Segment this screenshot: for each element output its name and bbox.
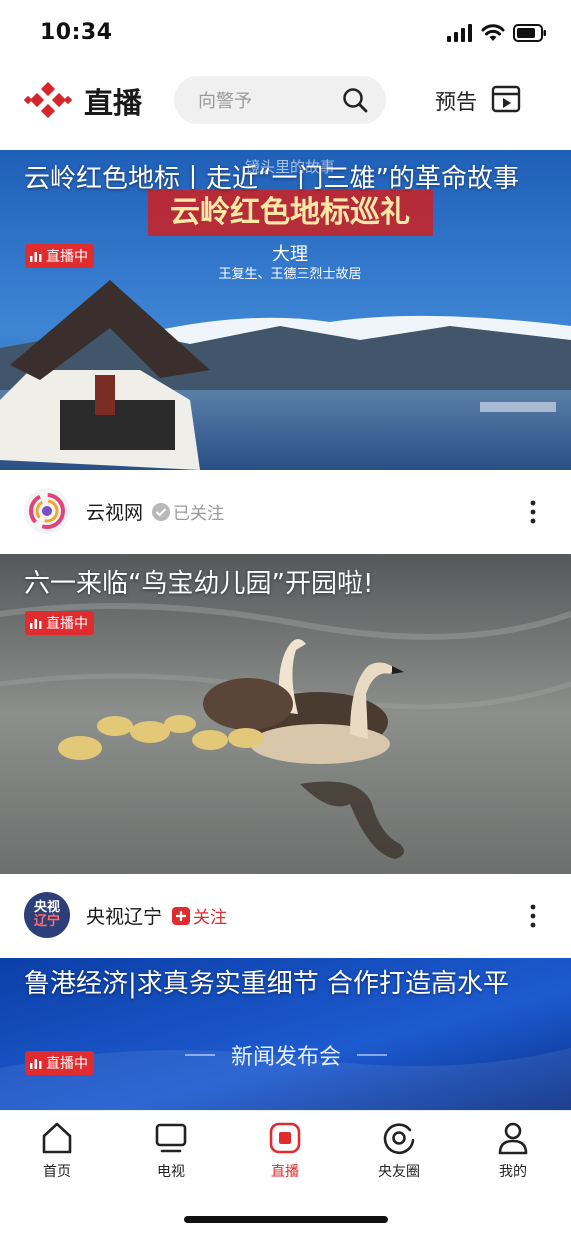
author-name[interactable]: 云视网 (86, 498, 143, 525)
search-placeholder: 向警予 (198, 91, 252, 112)
circle-icon (383, 1123, 415, 1155)
avatar-text-line-1: 央视 (33, 900, 60, 915)
follow-label: 已关注 (173, 504, 224, 524)
live-card-thumbnail[interactable]: 新闻发布会 鲁港经济|求真务实重细节 合作打造高水平 直播中 (0, 958, 571, 1110)
tab-label: 直播 (271, 1164, 299, 1180)
page-title: 直播 (84, 86, 143, 120)
follow-label: 关注 (193, 908, 227, 928)
tv-icon (155, 1123, 187, 1153)
cctv-liaoning-avatar[interactable]: 央视 辽宁 (24, 892, 70, 938)
follow-button[interactable]: 关注 (172, 903, 227, 928)
live-badge: 直播中 (25, 244, 94, 268)
live-badge-label: 直播中 (46, 1056, 88, 1072)
image-caption: 新闻发布会 (231, 1045, 341, 1070)
live-bars-icon (30, 251, 42, 262)
card-title[interactable]: 鲁港经济|求真务实重细节 合作打造高水平 (24, 965, 545, 1003)
card-title[interactable]: 云岭红色地标丨走近“一门三雄”的革命故事 (24, 160, 545, 198)
app-header: 直播 向警予 预告 (0, 68, 571, 150)
live-icon (269, 1122, 301, 1154)
tab-live[interactable]: 直播 (245, 1121, 325, 1181)
wifi-icon (481, 24, 505, 41)
schedule-play-icon[interactable] (491, 84, 521, 114)
tab-home[interactable]: 首页 (17, 1121, 97, 1181)
tab-label: 央友圈 (378, 1164, 420, 1180)
yunshi-avatar-icon[interactable] (24, 488, 70, 534)
plus-icon (172, 906, 190, 925)
status-bar: 10:34 (0, 0, 571, 68)
home-indicator[interactable] (184, 1216, 388, 1223)
live-badge-label: 直播中 (46, 616, 88, 632)
signal-icon (447, 24, 472, 42)
status-icons (447, 24, 547, 42)
card-title[interactable]: 六一来临“鸟宝幼儿园”开园啦! (24, 565, 545, 603)
battery-icon (513, 24, 546, 42)
home-icon (42, 1122, 72, 1154)
live-badge: 直播中 (25, 611, 94, 635)
image-banner-text: 云岭红色地标巡礼 (170, 195, 410, 230)
live-badge-label: 直播中 (46, 249, 88, 265)
author-name[interactable]: 央视辽宁 (86, 902, 162, 929)
live-bars-icon (30, 1058, 42, 1069)
author-row: 云视网 已关注 (0, 470, 571, 554)
image-location-text: 大理 (272, 244, 308, 265)
more-options-icon[interactable] (529, 498, 537, 526)
author-row: 央视 辽宁 央视辽宁 关注 (0, 874, 571, 958)
tab-label: 我的 (499, 1164, 527, 1180)
search-input[interactable]: 向警予 (174, 76, 386, 124)
followed-state[interactable]: 已关注 (152, 499, 224, 524)
checkmark-icon (152, 502, 170, 521)
card-image-landscape: 镜头里的故事 云岭红色地标巡礼 大理 王复生、王德三烈士故居 (0, 150, 571, 470)
preview-button[interactable]: 预告 (435, 86, 477, 116)
live-card-thumbnail[interactable]: 六一来临“鸟宝幼儿园”开园啦! 直播中 (0, 554, 571, 874)
tab-label: 电视 (157, 1164, 185, 1180)
live-bars-icon (30, 618, 42, 629)
status-time: 10:34 (40, 20, 113, 45)
cctv-logo-icon (24, 82, 72, 118)
profile-icon (498, 1122, 528, 1155)
tab-tv[interactable]: 电视 (131, 1121, 211, 1181)
tab-circle[interactable]: 央友圈 (359, 1121, 439, 1181)
avatar-text-line-2: 辽宁 (33, 914, 60, 929)
image-subtitle-text: 王复生、王德三烈士故居 (218, 267, 361, 282)
tab-profile[interactable]: 我的 (473, 1121, 553, 1181)
more-options-icon[interactable] (529, 902, 537, 930)
live-badge: 直播中 (25, 1051, 94, 1075)
search-icon[interactable] (342, 87, 368, 113)
live-card-thumbnail[interactable]: 镜头里的故事 云岭红色地标巡礼 大理 王复生、王德三烈士故居 云岭红色地标丨走近… (0, 150, 571, 470)
tab-label: 首页 (43, 1164, 71, 1180)
